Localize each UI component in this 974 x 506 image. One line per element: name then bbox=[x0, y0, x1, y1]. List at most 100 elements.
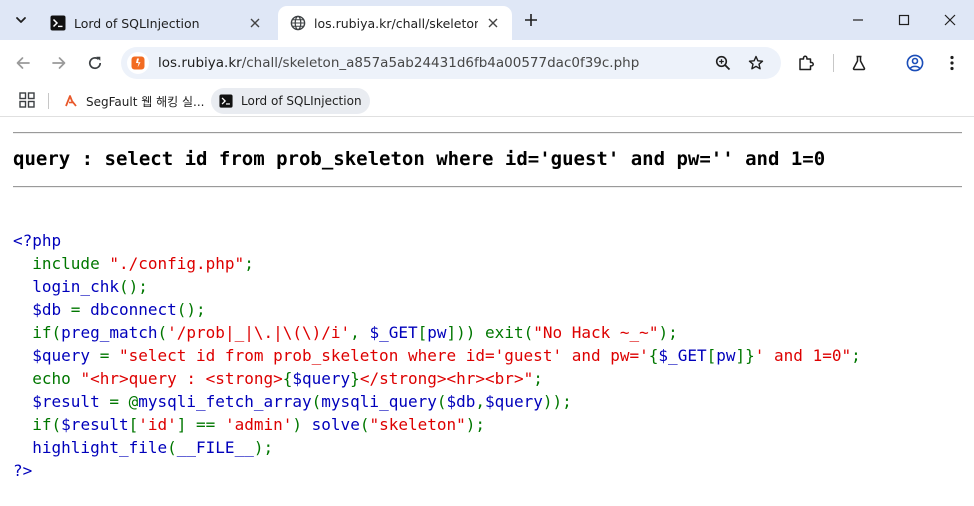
site-info-button[interactable] bbox=[127, 52, 149, 74]
star-icon bbox=[748, 55, 764, 70]
bookmark-segfault[interactable]: SegFault 웹 해킹 실... bbox=[64, 88, 204, 114]
source-token: [ bbox=[128, 415, 139, 434]
forward-button[interactable] bbox=[44, 48, 74, 78]
new-tab-button[interactable] bbox=[519, 8, 543, 32]
source-token: ' and 1=0" bbox=[754, 346, 852, 365]
tab-strip: Lord of SQLInjection los.rubiya.kr/chall… bbox=[0, 0, 974, 40]
bookmark-star-button[interactable] bbox=[746, 53, 766, 73]
page-content: query : select id from prob_skeleton whe… bbox=[0, 117, 974, 506]
arrow-left-icon bbox=[16, 57, 30, 69]
source-token: pw bbox=[427, 323, 447, 342]
source-token bbox=[13, 415, 32, 434]
tab-close-button[interactable] bbox=[246, 14, 264, 32]
minimize-button[interactable] bbox=[835, 0, 881, 40]
tab-lord-of-sqlinjection[interactable]: Lord of SQLInjection bbox=[38, 6, 274, 40]
menu-button[interactable] bbox=[941, 52, 963, 74]
source-token: ; bbox=[851, 346, 861, 365]
source-token bbox=[13, 369, 32, 388]
source-token: (); bbox=[118, 277, 148, 296]
source-token: ( bbox=[311, 392, 322, 411]
source-token: , bbox=[475, 392, 486, 411]
source-token: = bbox=[70, 300, 91, 319]
source-line: echo "<hr>query : <strong>{$query}</stro… bbox=[13, 367, 861, 390]
extensions-button[interactable] bbox=[795, 52, 817, 74]
site-favicon-icon bbox=[131, 56, 145, 70]
source-token: } bbox=[350, 369, 360, 388]
source-token: if( bbox=[32, 323, 62, 342]
source-token: [ bbox=[417, 323, 428, 342]
source-token: echo bbox=[32, 369, 81, 388]
php-source-code: <?php include "./config.php"; login_chk(… bbox=[13, 229, 861, 482]
zoom-button[interactable] bbox=[713, 53, 733, 73]
url-host: los.rubiya.kr bbox=[158, 55, 242, 71]
source-token: $result bbox=[61, 415, 129, 434]
source-token: "No Hack ~_~" bbox=[533, 323, 659, 342]
flask-icon bbox=[852, 55, 866, 71]
segfault-icon bbox=[65, 95, 77, 107]
bookmark-lord-of-sqlinjection[interactable]: Lord of SQLInjection bbox=[211, 88, 370, 114]
source-token: mysqli_query bbox=[321, 392, 437, 411]
source-token: solve bbox=[311, 415, 360, 434]
minimize-icon bbox=[853, 19, 863, 21]
url-path: /chall/skeleton_a857a5ab24431d6fb4a00577… bbox=[241, 55, 640, 71]
tab-title: los.rubiya.kr/chall/skeleton_a85 bbox=[314, 15, 478, 31]
source-token: $result bbox=[13, 392, 110, 411]
arrow-right-icon bbox=[52, 57, 66, 69]
source-token: "<hr>query : <strong> bbox=[80, 369, 283, 388]
source-line: $db = dbconnect(); bbox=[13, 298, 861, 321]
source-token: ); bbox=[658, 323, 678, 342]
source-token: = @ bbox=[109, 392, 139, 411]
address-bar[interactable]: los.rubiya.kr/chall/skeleton_a857a5ab244… bbox=[121, 47, 781, 79]
bookmarks-bar: SegFault 웹 해킹 실... Lord of SQLInjection bbox=[0, 86, 974, 116]
close-icon bbox=[488, 18, 498, 28]
source-token: mysqli_fetch_array bbox=[138, 392, 312, 411]
globe-icon bbox=[290, 15, 306, 31]
source-token: highlight_file bbox=[13, 438, 168, 457]
source-token: ); bbox=[253, 438, 274, 457]
bookmark-label: SegFault 웹 해킹 실... bbox=[86, 94, 205, 109]
tab-search-button[interactable] bbox=[8, 7, 34, 33]
source-token: include bbox=[32, 254, 110, 273]
tab-close-button[interactable] bbox=[484, 14, 502, 32]
source-token: { bbox=[282, 369, 293, 388]
labs-button[interactable] bbox=[848, 52, 870, 74]
horizontal-rule-bottom bbox=[13, 186, 962, 188]
reload-icon bbox=[88, 56, 102, 70]
zoom-icon bbox=[715, 55, 731, 71]
source-token: </strong><hr><br>" bbox=[359, 369, 534, 388]
chevron-down-icon bbox=[16, 17, 26, 23]
terminal-icon bbox=[50, 15, 66, 31]
maximize-button[interactable] bbox=[881, 0, 927, 40]
tab-skeleton[interactable]: los.rubiya.kr/chall/skeleton_a85 bbox=[278, 6, 512, 40]
close-icon bbox=[250, 18, 260, 28]
profile-button[interactable] bbox=[904, 52, 926, 74]
source-token: (); bbox=[176, 300, 206, 319]
source-token: ] == bbox=[176, 415, 225, 434]
source-token bbox=[13, 323, 32, 342]
source-line: if($result['id'] == 'admin') solve("skel… bbox=[13, 413, 861, 436]
source-token: )); bbox=[542, 392, 572, 411]
source-token: __FILE__ bbox=[176, 438, 254, 457]
plus-icon bbox=[525, 14, 537, 26]
source-line: $query = "select id from prob_skeleton w… bbox=[13, 344, 861, 367]
source-token: ; bbox=[533, 369, 543, 388]
source-token: $_GET bbox=[658, 346, 707, 365]
puzzle-icon bbox=[799, 55, 814, 71]
back-button[interactable] bbox=[8, 48, 38, 78]
source-token: login_chk bbox=[13, 277, 119, 296]
toolbar-separator bbox=[833, 54, 834, 72]
source-token: { bbox=[648, 346, 659, 365]
reload-button[interactable] bbox=[80, 48, 110, 78]
apps-grid-icon[interactable] bbox=[19, 92, 35, 108]
source-token: ; bbox=[244, 254, 254, 273]
source-token: <?php bbox=[13, 231, 62, 250]
close-window-button[interactable] bbox=[927, 0, 973, 40]
close-icon bbox=[944, 14, 956, 26]
bookmarks-separator bbox=[48, 93, 49, 109]
source-token: = bbox=[99, 346, 119, 365]
horizontal-rule-top bbox=[13, 132, 962, 134]
source-token: pw bbox=[716, 346, 736, 365]
more-vert-icon bbox=[950, 55, 954, 71]
source-token: 'admin' bbox=[224, 415, 293, 434]
source-line: $result = @mysqli_fetch_array(mysqli_que… bbox=[13, 390, 861, 413]
